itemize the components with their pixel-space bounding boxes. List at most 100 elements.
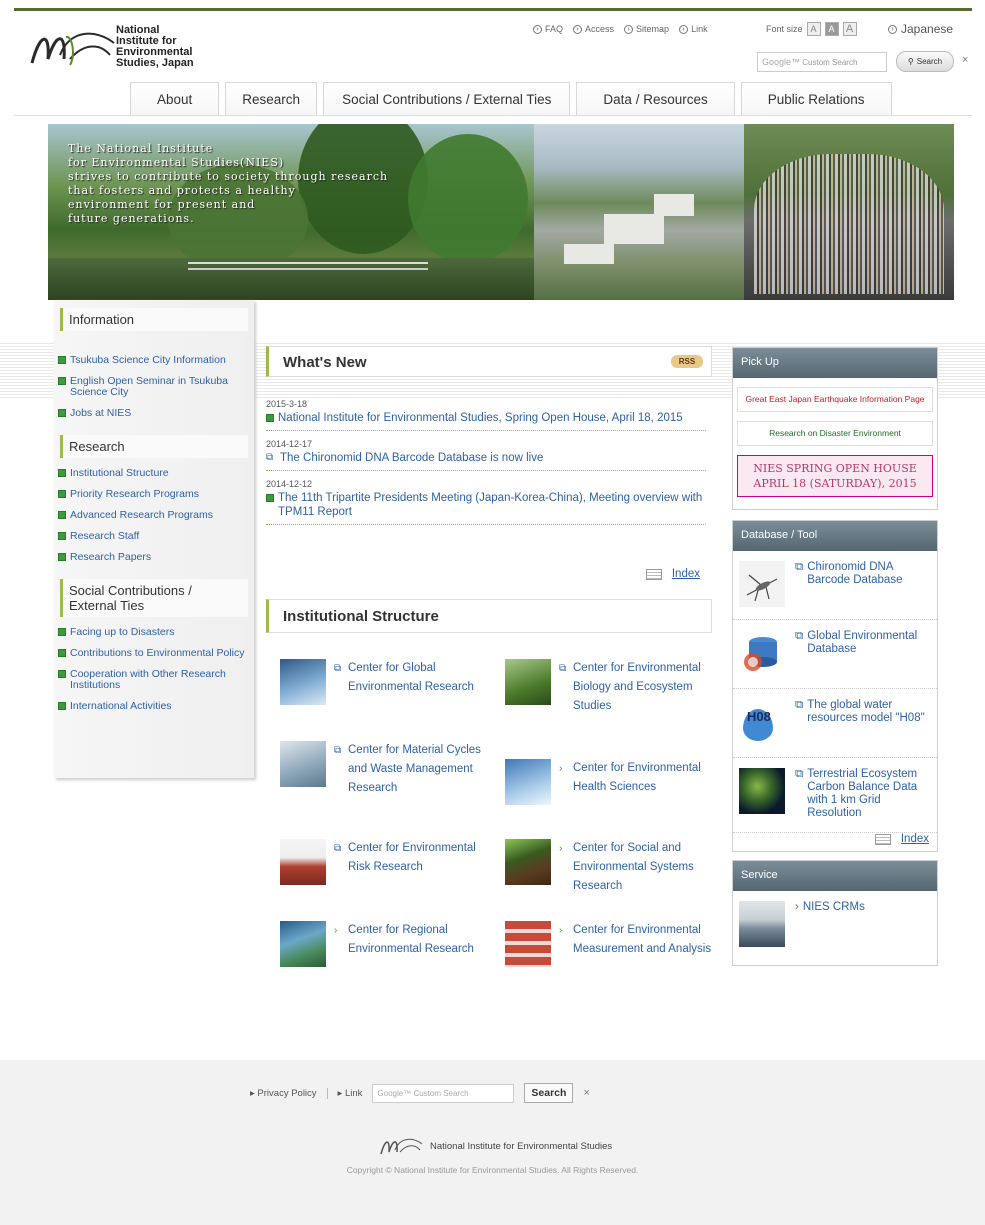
sidebar-item[interactable]: Research Staff <box>58 527 254 548</box>
nav-tab-data-resources[interactable]: Data / Resources <box>576 82 735 115</box>
search-input[interactable]: Google™ Custom Search <box>757 52 887 72</box>
earthquake-info-button[interactable]: Great East Japan Earthquake Information … <box>737 387 933 412</box>
sidebar-heading-information: Information <box>60 308 248 331</box>
sidebar-item[interactable]: International Activities <box>58 697 254 718</box>
nav-tab-social-contributions[interactable]: Social Contributions / External Ties <box>323 82 571 115</box>
database-item[interactable]: ⧉ Terrestrial Ecosystem Carbon Balance Da… <box>733 758 937 833</box>
external-window-icon: ⧉ <box>795 561 804 573</box>
news-link[interactable]: The 11th Tripartite Presidents Meeting (… <box>266 491 706 519</box>
center-label-text: Center for Regional Environmental Resear… <box>348 924 474 955</box>
service-item[interactable]: › NIES CRMs <box>733 891 937 959</box>
plus-bullet-icon <box>58 628 66 636</box>
footer-logo: National Institute for Environmental Stu… <box>378 1135 612 1157</box>
h08-label: H08 <box>747 709 771 724</box>
center-link[interactable]: ⧉ Center for Environmental Risk Research <box>280 839 495 885</box>
database-label-text: Terrestrial Ecosystem Carbon Balance Dat… <box>807 768 918 819</box>
plus-bullet-icon <box>58 511 66 519</box>
spring-open-house-banner[interactable]: NIES SPRING OPEN HOUSE APRIL 18 (SATURDA… <box>737 455 933 497</box>
center-link[interactable]: › Center for Social and Environmental Sys… <box>505 839 720 896</box>
sidebar-item-label: Advanced Research Programs <box>70 509 213 521</box>
database-index-link[interactable]: Index <box>733 833 937 851</box>
news-date: 2014-12-17 <box>266 439 313 449</box>
center-label-text: Center for Environmental Biology and Eco… <box>573 662 701 712</box>
footer-search-input[interactable]: Google™ Custom Search <box>372 1083 515 1103</box>
external-window-icon: ⧉ <box>266 452 274 463</box>
font-size-small-button[interactable]: A <box>806 22 821 36</box>
news-link[interactable]: ⧉ The Chironomid DNA Barcode Database is … <box>266 451 706 465</box>
external-window-icon: ⧉ <box>795 768 804 780</box>
center-link[interactable]: ⧉ Center for Global Environmental Researc… <box>280 659 495 705</box>
font-size-medium-button[interactable]: A <box>824 22 839 36</box>
external-window-icon: ⧉ <box>795 699 804 711</box>
center-link[interactable]: › Center for Regional Environmental Resea… <box>280 921 495 967</box>
center-link[interactable]: › Center for Environmental Measurement an… <box>505 921 720 967</box>
external-window-icon: ⧉ <box>334 843 342 854</box>
center-label: ⧉ Center for Material Cycles and Waste Ma… <box>334 741 495 798</box>
util-link-faq[interactable]: › FAQ <box>533 24 563 34</box>
util-link-link[interactable]: › Link <box>679 24 708 34</box>
center-label: ⧉ Center for Global Environmental Researc… <box>334 659 495 705</box>
clear-search-icon[interactable]: × <box>962 54 968 66</box>
database-title: Database / Tool <box>733 521 937 551</box>
search-button[interactable]: ⚲ Search <box>896 51 954 72</box>
nav-divider <box>14 115 972 116</box>
database-item[interactable]: ⧉ Chironomid DNA Barcode Database <box>733 551 937 620</box>
sidebar-item[interactable]: Contributions to Environmental Policy <box>58 644 254 665</box>
center-label-text: Center for Environmental Health Sciences <box>573 762 701 793</box>
rss-badge[interactable]: RSS <box>671 355 703 368</box>
center-link[interactable]: ⧉ Center for Environmental Biology and Ec… <box>505 659 720 716</box>
util-link-sitemap[interactable]: › Sitemap <box>624 24 669 34</box>
font-size-large-button[interactable]: A <box>842 22 857 36</box>
footer-clear-icon[interactable]: × <box>583 1087 589 1099</box>
util-link-label: Link <box>691 24 708 34</box>
center-label-text: Center for Global Environmental Research <box>348 662 474 693</box>
sidebar-list-social: Facing up to Disasters Contributions to … <box>54 617 254 722</box>
institutional-structure-title: Institutional Structure <box>283 608 439 625</box>
database-item[interactable]: H08 ⧉ The global water resources model "H… <box>733 689 937 758</box>
logo-text: National Institute for Environmental Stu… <box>116 25 194 69</box>
sidebar-item[interactable]: Jobs at NIES <box>58 404 254 425</box>
sidebar-item[interactable]: Research Papers <box>58 548 254 569</box>
search-placeholder: Custom Search <box>802 58 858 67</box>
util-link-access[interactable]: › Access <box>573 24 614 34</box>
center-label-text: Center for Material Cycles and Waste Man… <box>348 744 481 794</box>
sidebar-item[interactable]: Priority Research Programs <box>58 485 254 506</box>
nies-logo-mark <box>30 32 115 66</box>
center-link[interactable]: › Center for Environmental Health Science… <box>505 759 720 805</box>
pickup-panel: Pick Up Great East Japan Earthquake Info… <box>732 347 938 510</box>
language-link[interactable]: › Japanese <box>888 22 953 36</box>
font-size-label: Font size <box>766 24 803 34</box>
sidebar-item[interactable]: Cooperation with Other Research Institut… <box>58 665 254 697</box>
plus-bullet-icon <box>58 356 66 364</box>
chevron-right-icon: › <box>334 925 338 936</box>
database-label-text: The global water resources model "H08" <box>807 699 925 724</box>
nav-tab-public-relations[interactable]: Public Relations <box>740 82 892 115</box>
nies-logo[interactable]: National Institute for Environmental Stu… <box>26 22 226 72</box>
nav-tab-about[interactable]: About <box>130 82 220 115</box>
center-link[interactable]: ⧉ Center for Material Cycles and Waste Ma… <box>280 741 495 798</box>
sidebar-item[interactable]: Facing up to Disasters <box>58 623 254 644</box>
sidebar-item[interactable]: Advanced Research Programs <box>58 506 254 527</box>
footer-link-label: Link <box>344 1087 363 1099</box>
whats-new-header: What's New RSS <box>266 346 712 377</box>
footer-search-button[interactable]: Search <box>524 1083 574 1103</box>
disaster-research-button[interactable]: Research on Disaster Environment <box>737 421 933 446</box>
banner-building <box>564 244 614 264</box>
square-bullet-icon <box>266 414 274 422</box>
footer-privacy-link[interactable]: ▸ Privacy Policy <box>250 1088 317 1099</box>
sidebar-item[interactable]: Tsukuba Science City Information <box>58 351 254 372</box>
font-size-control: Font size A A A <box>766 22 857 36</box>
whats-new-index-link[interactable]: Index <box>645 568 700 580</box>
sidebar-item[interactable]: English Open Seminar in Tsukuba Science … <box>58 372 254 404</box>
database-label: ⧉ Terrestrial Ecosystem Carbon Balance Da… <box>795 768 929 820</box>
sidebar-item[interactable]: Institutional Structure <box>58 464 254 485</box>
nav-tab-research[interactable]: Research <box>225 82 318 115</box>
database-item[interactable]: ⧉ Global Environmental Database <box>733 620 937 689</box>
banner-photo-aerial <box>534 124 744 300</box>
banner-tree <box>408 134 528 264</box>
page: { "header": { "logo_lines": ["National",… <box>0 0 985 1225</box>
footer-link-link[interactable]: ▸ Link <box>338 1088 363 1099</box>
news-link[interactable]: National Institute for Environmental Stu… <box>266 411 706 425</box>
banner-text-line: for Environmental Studies(NIES) <box>68 156 285 169</box>
banner-text-line: future generations. <box>68 212 195 225</box>
